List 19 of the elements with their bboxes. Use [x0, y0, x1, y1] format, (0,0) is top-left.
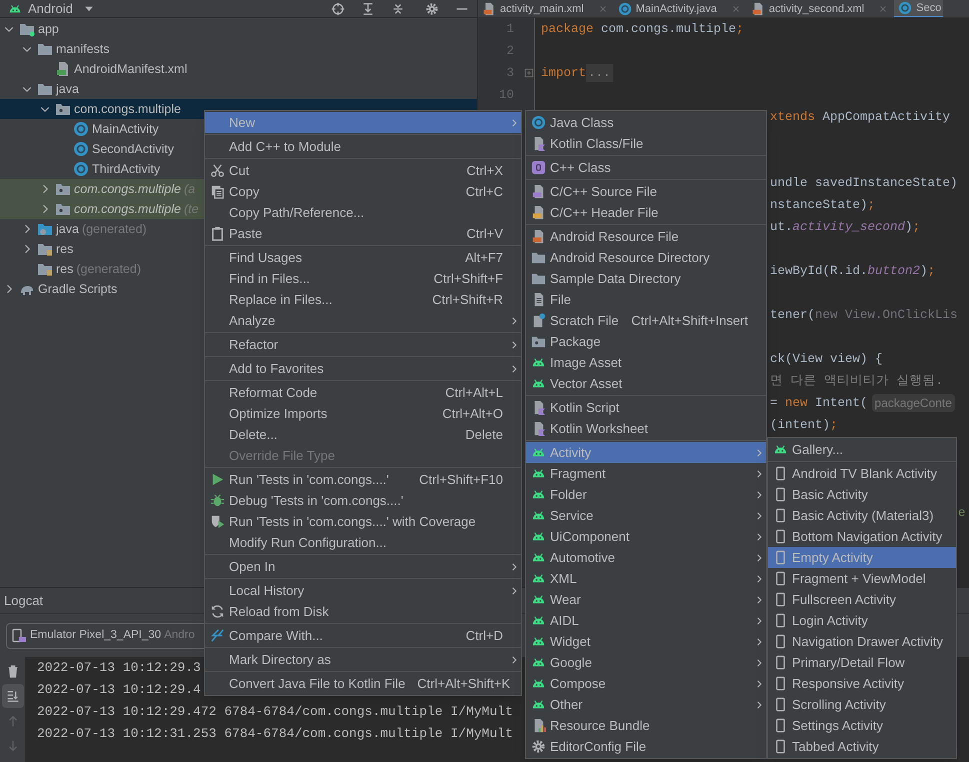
code-line: = new Intent( — [770, 394, 868, 412]
code-line: undle savedInstanceState) — [770, 174, 958, 192]
code-line: ck(View view) { — [770, 350, 883, 368]
log-line: 2022-07-13 10:12:29.3 — [37, 659, 201, 678]
code-line: xtends AppCompatActivity — [770, 108, 950, 126]
code-line: e — [958, 504, 966, 522]
code-line: nstanceState); — [770, 196, 876, 214]
log-line: 2022-07-13 10:12:29.472 6784-6784/com.congs.multiple I/MyMult — [37, 703, 513, 722]
parameter-hint: packageConte — [872, 394, 955, 412]
code-comment: 면 다른 액티비티가 실행됨. — [770, 372, 944, 390]
panel-title: Logcat — [4, 592, 44, 610]
log-line: 2022-07-13 10:12:31.253 6784-6784/com.congs.multiple I/MyMult — [37, 725, 513, 744]
code-line: (intent); — [770, 416, 838, 434]
code-line: iewById(R.id.button2); — [770, 262, 936, 280]
code-line: ut.activity_second); — [770, 218, 920, 236]
log-line: 2022-07-13 10:12:29.4 — [37, 681, 201, 700]
code-line: import — [541, 64, 586, 82]
code-line: tener(new View.OnClickLis — [770, 306, 958, 324]
code-line: package com.congs.multiple; — [541, 20, 744, 38]
